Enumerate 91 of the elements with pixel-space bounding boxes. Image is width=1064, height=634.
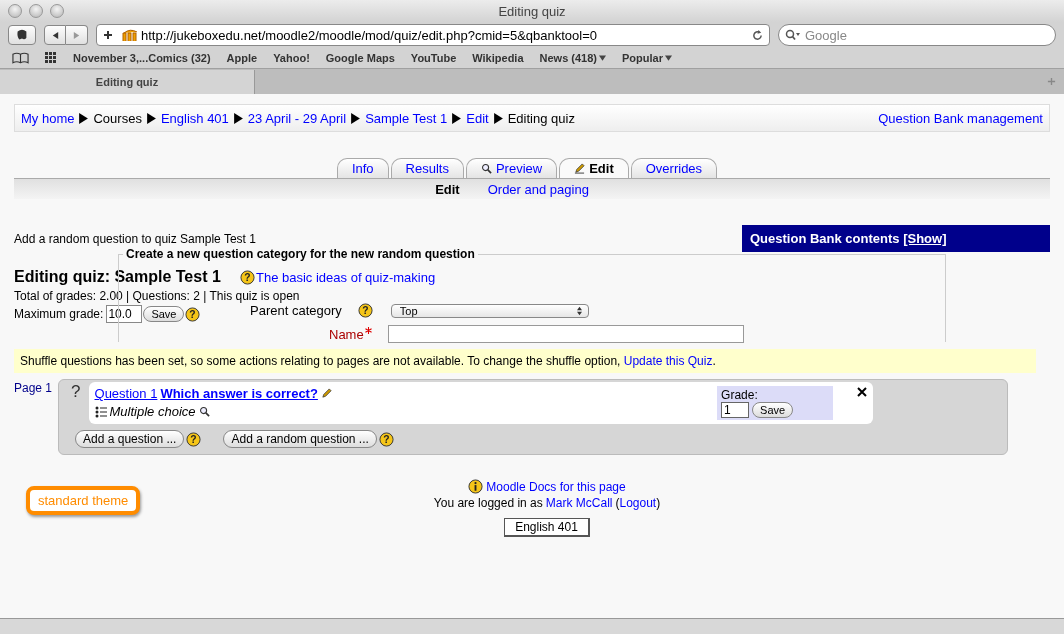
separator-arrow-icon	[351, 112, 361, 124]
bookmark-item[interactable]: November 3,...Comics (32)	[73, 52, 211, 64]
list-icon	[94, 405, 107, 418]
grid-icon[interactable]	[45, 52, 57, 64]
question-mark-text: ?	[71, 382, 81, 402]
breadcrumb-link[interactable]: 23 April - 29 April	[247, 110, 347, 126]
save-button[interactable]: Save	[752, 402, 794, 418]
max-grade-label: Maximum grade:	[14, 307, 104, 321]
grade-label: Grade:	[721, 388, 759, 402]
paren-text: )	[656, 496, 661, 510]
bookmark-item[interactable]: YouTube	[410, 52, 457, 64]
help-link[interactable]: The basic ideas of quiz-making	[256, 270, 436, 285]
separator-arrow-icon	[452, 112, 462, 124]
user-link[interactable]: Mark McCall	[545, 496, 613, 510]
breadcrumb-link[interactable]: Sample Test 1	[365, 110, 448, 126]
required-icon	[364, 326, 372, 334]
site-icon	[122, 28, 138, 42]
search-field[interactable]: Google	[778, 24, 1056, 46]
name-label: Name	[329, 326, 372, 342]
bookmark-item[interactable]: Google Maps	[325, 52, 395, 64]
parent-category-label: Parent category	[250, 303, 342, 318]
window-title: Editing quiz	[497, 3, 567, 19]
paren-text: (	[615, 496, 620, 510]
close-icon[interactable]	[857, 387, 868, 397]
panel-title: Question Bank contents	[750, 231, 900, 246]
quiz-heading: Editing quiz: Sample Test 1	[14, 268, 221, 286]
dropdown-arrow-icon	[599, 55, 606, 61]
address-field[interactable]: http://jukeboxedu.net/moodle2/moodle/mod/quiz/edit.php?cmid=5&qbanktool=0	[96, 24, 770, 46]
page-label: Page 1	[14, 381, 53, 397]
pencil-icon	[574, 163, 586, 174]
logout-link[interactable]: Logout	[619, 496, 657, 510]
bookmark-item[interactable]: Apple	[226, 52, 258, 64]
separator-arrow-icon	[79, 112, 89, 124]
intro-text: Add a random question to quiz Sample Test 1	[14, 231, 256, 246]
book-icon[interactable]	[12, 52, 29, 64]
question-title-link[interactable]: Which answer is correct?	[160, 386, 318, 401]
tab[interactable]: Overrides	[630, 158, 718, 178]
bookmark-item[interactable]: Yahoo!	[273, 52, 310, 64]
name-field[interactable]	[387, 325, 744, 343]
show-link[interactable]: [Show]	[903, 231, 947, 246]
bookmark-item[interactable]: Wikipedia	[472, 52, 524, 64]
tab[interactable]: Info	[336, 158, 389, 178]
updown-arrows-icon	[575, 305, 583, 316]
help-icon[interactable]: ?	[378, 431, 394, 447]
tab[interactable]: Results	[390, 158, 464, 178]
info-icon	[468, 479, 484, 494]
question-bank-link[interactable]: Question Bank management	[878, 110, 1043, 126]
theme-badge: standard theme	[26, 486, 141, 515]
question-type-text: Multiple choice	[109, 404, 196, 419]
tab[interactable]: Preview	[465, 158, 558, 178]
totals-text: Total of grades: 2.00 | Questions: 2 | This quiz is open	[14, 289, 300, 303]
browser-tab[interactable]: Editing quiz	[0, 70, 255, 94]
docs-link[interactable]: Moodle Docs for this page	[486, 479, 626, 494]
bookmark-item[interactable]: News (418)	[539, 52, 606, 64]
breadcrumb-link[interactable]: Edit	[466, 110, 489, 126]
forward-icon	[72, 30, 81, 40]
add-question-button[interactable]: Add a question ...	[75, 430, 185, 448]
reload-icon[interactable]	[752, 29, 763, 41]
subtab[interactable]: Edit	[435, 181, 460, 197]
add-bookmark-icon[interactable]	[103, 30, 113, 40]
dropdown-arrow-icon	[664, 55, 672, 61]
separator-arrow-icon	[493, 112, 503, 124]
search-icon	[785, 29, 801, 41]
back-icon	[50, 30, 60, 40]
course-button[interactable]: English 401	[504, 518, 590, 537]
separator-arrow-icon	[233, 112, 243, 124]
breadcrumb-text: Courses	[93, 110, 142, 126]
parent-category-select[interactable]: Top	[390, 303, 589, 318]
search-icon[interactable]	[198, 406, 210, 417]
edit-icon[interactable]	[320, 388, 332, 399]
save-button[interactable]: Save	[143, 306, 185, 322]
tab[interactable]: Edit	[559, 158, 629, 178]
add-question-button[interactable]: Add a random question ...	[223, 430, 377, 448]
subtab[interactable]: Order and paging	[487, 181, 589, 197]
max-grade-field[interactable]: 10.0	[106, 305, 143, 323]
help-icon[interactable]: ?	[186, 431, 202, 447]
breadcrumb-link[interactable]: My home	[21, 110, 75, 126]
notice-text: Shuffle questions has been set, so some actions relating to pages are not available. To change the shuffle option, Update this Quiz.	[20, 354, 716, 368]
search-icon	[480, 163, 492, 174]
logged-in-text: You are logged in as	[433, 496, 543, 510]
grade-field[interactable]: 1	[721, 402, 750, 418]
back-button[interactable]	[44, 25, 66, 45]
help-icon[interactable]: ?	[185, 306, 201, 322]
help-icon[interactable]: ?	[357, 303, 373, 318]
breadcrumb-text: Editing quiz	[507, 110, 575, 126]
fieldset-legend: Create a new question category for the new random question	[123, 247, 478, 261]
question-number-link[interactable]: Question 1	[94, 386, 158, 401]
help-icon[interactable]: ?	[240, 270, 255, 285]
breadcrumb-link[interactable]: English 401	[160, 110, 229, 126]
bookmark-item[interactable]: Popular	[622, 52, 672, 64]
separator-arrow-icon	[146, 112, 156, 124]
